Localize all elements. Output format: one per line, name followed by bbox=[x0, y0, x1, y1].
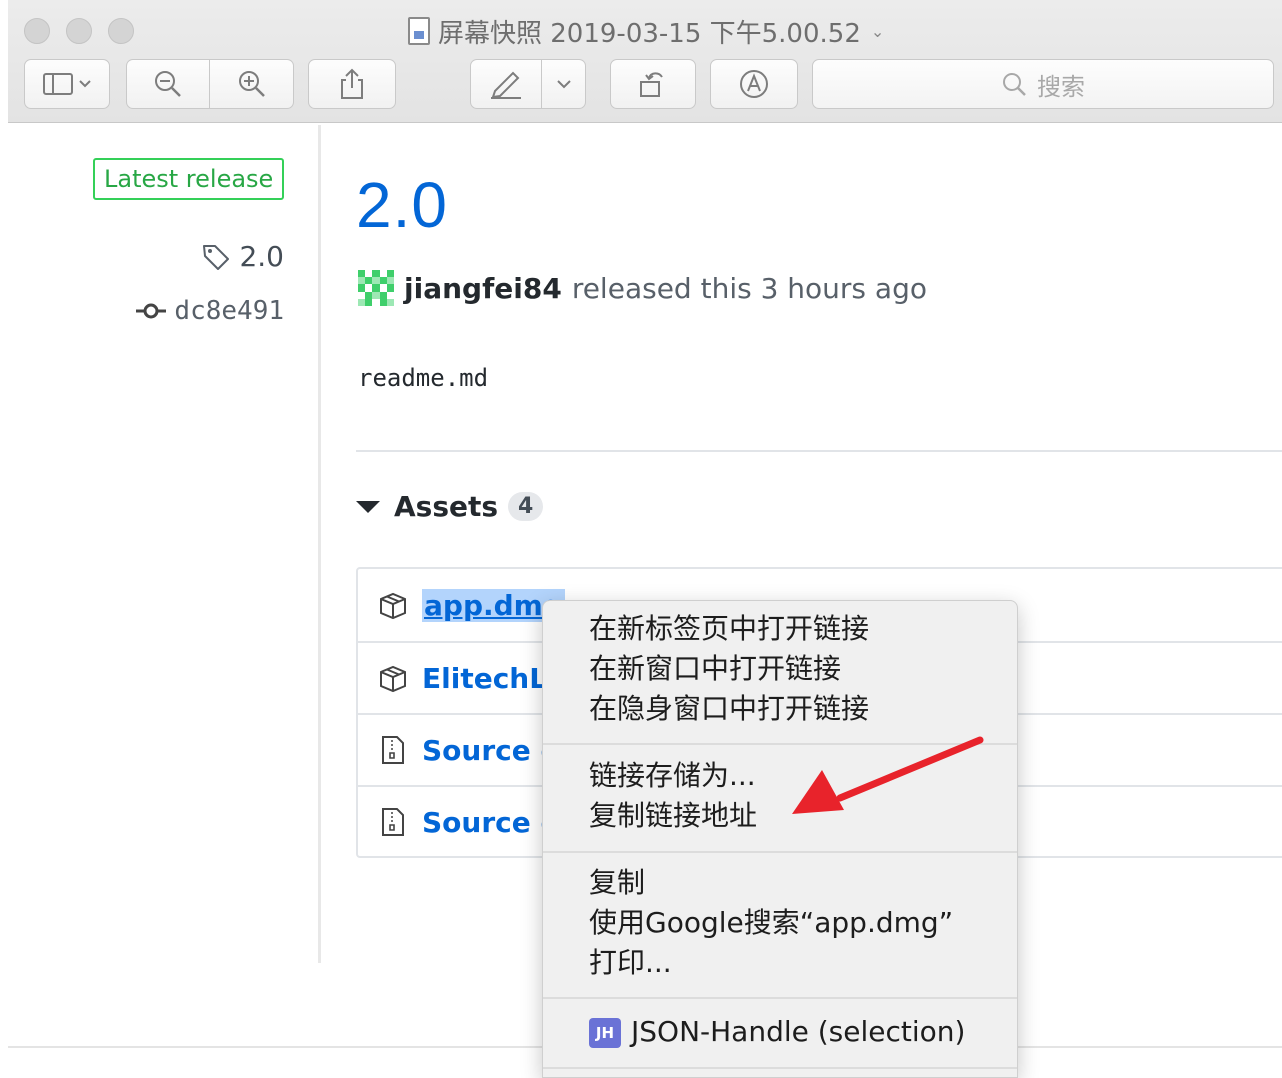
share-button[interactable] bbox=[308, 59, 396, 109]
menu-open-new-window[interactable]: 在新窗口中打开链接 bbox=[589, 649, 841, 689]
annotate-button[interactable] bbox=[710, 59, 798, 109]
menu-json-handle[interactable]: JH JSON-Handle (selection) bbox=[589, 1012, 965, 1052]
release-commit[interactable]: dc8e491 bbox=[136, 296, 284, 326]
caret-down-icon bbox=[356, 500, 380, 513]
rotate-button[interactable] bbox=[610, 59, 696, 109]
assets-label: Assets bbox=[394, 490, 499, 523]
menu-save-link-as[interactable]: 链接存储为... bbox=[589, 756, 756, 796]
markup-menu-button[interactable] bbox=[542, 59, 586, 109]
release-meta: jiangfei84 released this 3 hours ago bbox=[358, 270, 927, 306]
package-icon bbox=[380, 665, 406, 693]
zip-file-icon bbox=[382, 808, 404, 836]
author-link[interactable]: jiangfei84 bbox=[404, 272, 562, 305]
release-tag[interactable]: 2.0 bbox=[201, 240, 284, 273]
markup-button[interactable] bbox=[470, 59, 542, 109]
markup-controls bbox=[470, 59, 586, 109]
asset-link[interactable]: Source c bbox=[422, 806, 557, 839]
commit-sha: dc8e491 bbox=[174, 296, 284, 326]
menu-separator bbox=[543, 851, 1017, 853]
asset-link[interactable]: Source c bbox=[422, 734, 557, 767]
avatar[interactable] bbox=[358, 270, 394, 306]
package-icon bbox=[380, 592, 406, 620]
chevron-down-icon: ⌄ bbox=[870, 21, 885, 41]
close-window-button[interactable] bbox=[24, 18, 50, 44]
window-title: 屏幕快照 2019-03-15 下午5.00.52 bbox=[438, 18, 861, 49]
menu-separator bbox=[543, 1067, 1017, 1069]
annotate-icon bbox=[740, 70, 768, 98]
release-divider bbox=[318, 125, 321, 963]
asset-link[interactable]: ElitechL bbox=[422, 662, 547, 695]
titlebar: 屏幕快照 2019-03-15 下午5.00.52 ⌄ 搜索 bbox=[8, 0, 1282, 123]
assets-count-badge: 4 bbox=[508, 492, 544, 521]
zoom-in-button[interactable] bbox=[210, 59, 294, 109]
sidebar-toggle[interactable] bbox=[24, 59, 110, 109]
zoom-window-button[interactable] bbox=[108, 18, 134, 44]
menu-copy-link-address[interactable]: 复制链接地址 bbox=[589, 796, 757, 836]
rotate-icon bbox=[640, 72, 663, 97]
assets-toggle[interactable]: Assets 4 bbox=[356, 490, 544, 523]
release-notes: readme.md bbox=[358, 364, 489, 392]
sidebar-icon bbox=[43, 73, 91, 95]
markup-pen-icon bbox=[491, 71, 521, 99]
menu-open-new-tab[interactable]: 在新标签页中打开链接 bbox=[589, 609, 869, 649]
minimize-window-button[interactable] bbox=[66, 18, 92, 44]
json-handle-icon: JH bbox=[589, 1018, 621, 1048]
zoom-out-button[interactable] bbox=[126, 59, 210, 109]
search-field[interactable]: 搜索 bbox=[812, 59, 1274, 109]
search-placeholder: 搜索 bbox=[1037, 72, 1085, 101]
latest-release-badge: Latest release bbox=[93, 158, 285, 200]
window-title-area[interactable]: 屏幕快照 2019-03-15 下午5.00.52 ⌄ bbox=[408, 12, 884, 50]
commit-icon bbox=[136, 303, 167, 319]
share-icon bbox=[341, 68, 363, 99]
release-time: released this 3 hours ago bbox=[571, 271, 927, 305]
sidebar-view-button[interactable] bbox=[24, 59, 110, 109]
search-icon bbox=[1003, 73, 1026, 96]
annotation-arrow-icon bbox=[792, 736, 984, 814]
menu-print[interactable]: 打印... bbox=[589, 943, 672, 983]
tag-icon bbox=[203, 244, 230, 270]
release-title[interactable]: 2.0 bbox=[356, 168, 448, 242]
divider bbox=[356, 450, 1282, 452]
zoom-out-icon bbox=[155, 71, 181, 97]
menu-separator bbox=[543, 997, 1017, 999]
chevron-down-icon bbox=[556, 80, 571, 89]
zoom-controls bbox=[126, 59, 294, 109]
zoom-in-icon bbox=[238, 71, 265, 97]
document-icon bbox=[408, 17, 430, 45]
menu-copy[interactable]: 复制 bbox=[589, 863, 645, 903]
menu-search-google[interactable]: 使用Google搜索“app.dmg” bbox=[589, 903, 953, 943]
json-handle-label: JSON-Handle (selection) bbox=[631, 1015, 966, 1048]
zip-file-icon bbox=[382, 736, 404, 764]
tag-label: 2.0 bbox=[239, 240, 284, 273]
